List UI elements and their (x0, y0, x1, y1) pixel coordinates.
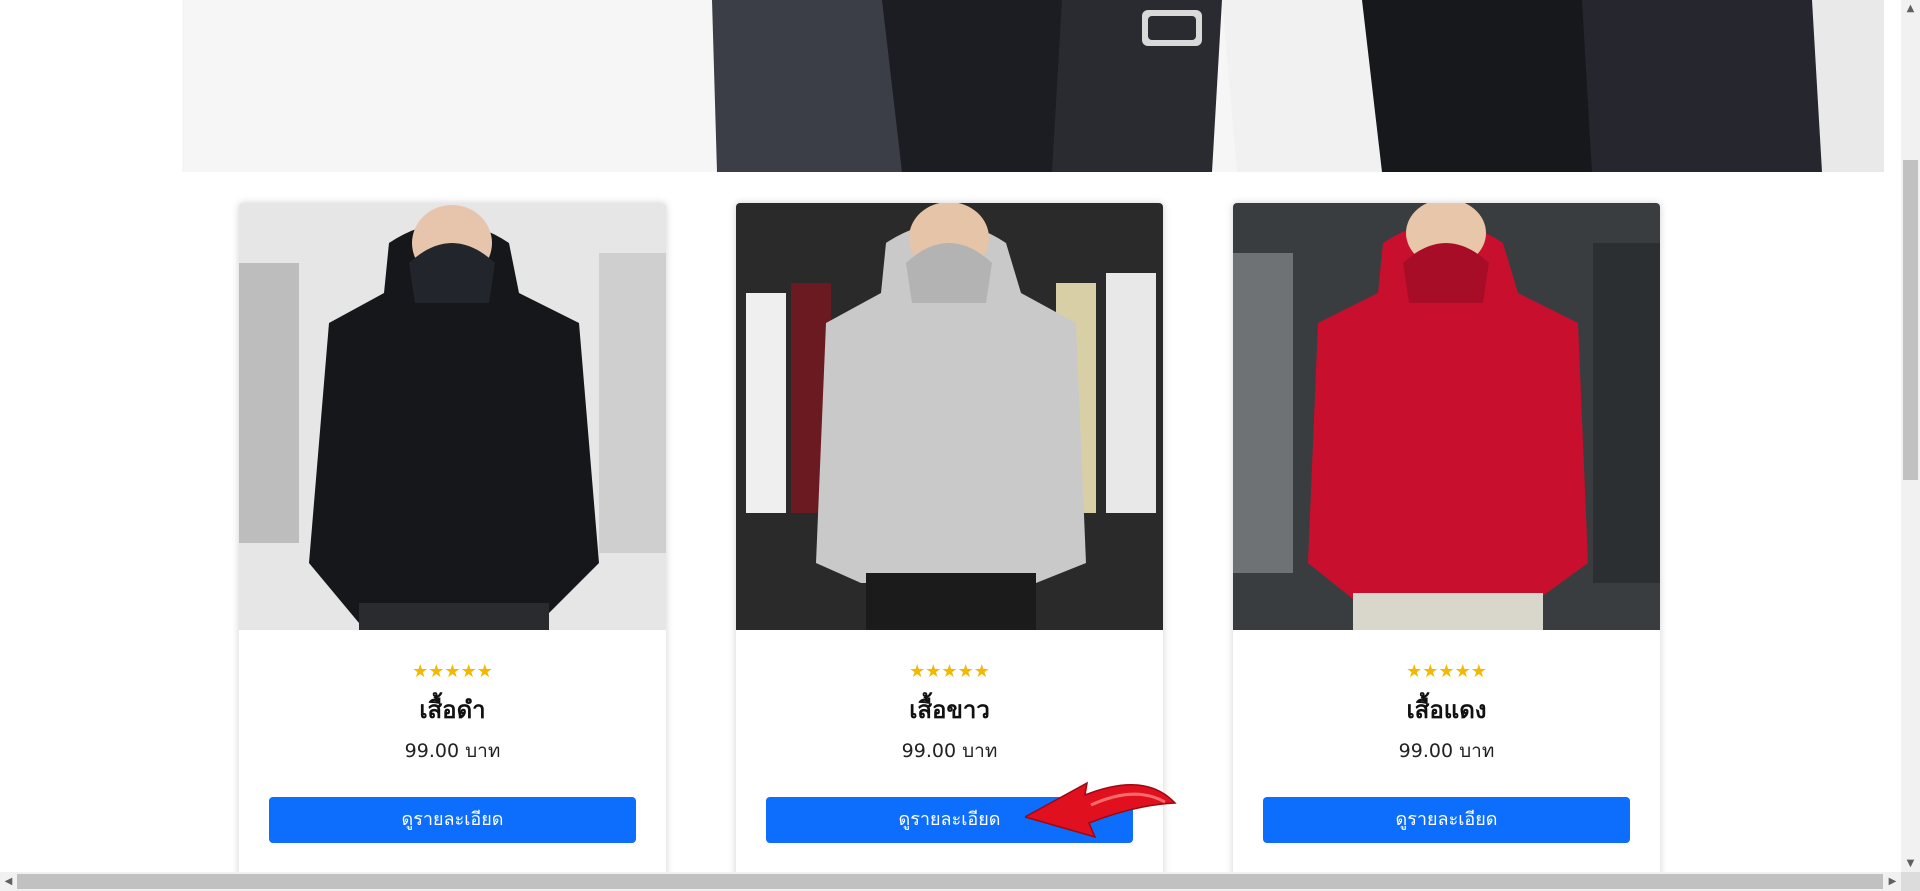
view-details-button[interactable]: ดูรายละเอียด (269, 797, 636, 843)
scrollbar-corner (1901, 872, 1920, 891)
product-image-gray-hoodie (736, 203, 1163, 630)
product-card-black: ★★★★★ เสื้อดำ 99.00 บาท ดูรายละเอียด (239, 203, 666, 891)
hero-banner-image (182, 0, 1884, 172)
vertical-scroll-thumb[interactable] (1903, 160, 1918, 480)
rating-stars: ★★★★★ (412, 661, 493, 682)
product-name: เสื้อดำ (419, 696, 486, 724)
rating-stars: ★★★★★ (1406, 661, 1487, 682)
vertical-scrollbar[interactable]: ▲ ▼ (1901, 0, 1920, 872)
red-arrow-annotation-icon (1025, 781, 1177, 839)
product-image-red-hoodie (1233, 203, 1660, 630)
horizontal-scroll-thumb[interactable] (17, 874, 1883, 889)
product-name: เสื้อแดง (1406, 696, 1487, 724)
product-image-black-hoodie (239, 203, 666, 630)
scroll-down-arrow-icon[interactable]: ▼ (1901, 855, 1920, 872)
product-price: 99.00 บาท (404, 740, 501, 762)
rating-stars: ★★★★★ (909, 661, 990, 682)
product-price: 99.00 บาท (901, 740, 998, 762)
view-details-button[interactable]: ดูรายละเอียด (1263, 797, 1630, 843)
product-price: 99.00 บาท (1398, 740, 1495, 762)
product-name: เสื้อขาว (909, 696, 990, 724)
horizontal-scrollbar[interactable]: ◀ ▶ (0, 872, 1901, 891)
scroll-up-arrow-icon[interactable]: ▲ (1901, 0, 1920, 17)
scroll-left-arrow-icon[interactable]: ◀ (0, 872, 17, 891)
hero-hoodies-illustration (182, 0, 1884, 172)
scroll-right-arrow-icon[interactable]: ▶ (1884, 872, 1901, 891)
product-card-red: ★★★★★ เสื้อแดง 99.00 บาท ดูรายละเอียด (1233, 203, 1660, 891)
page: ★★★★★ เสื้อดำ 99.00 บาท ดูรายละเอียด ★★★… (0, 0, 1920, 891)
